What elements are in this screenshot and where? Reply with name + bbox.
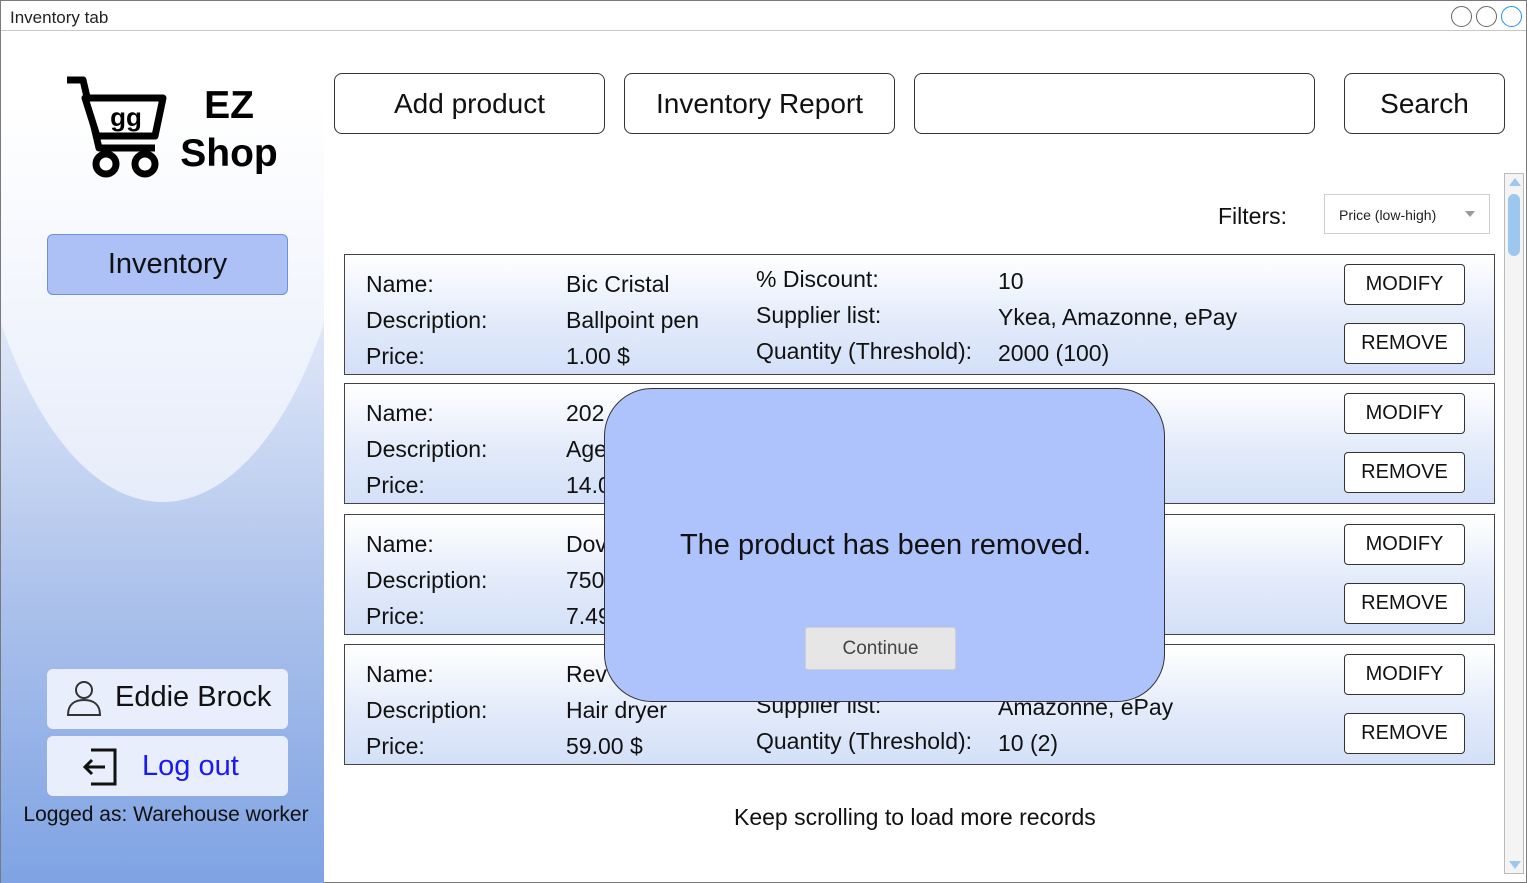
logout-button[interactable]: Log out (47, 736, 288, 796)
remove-button[interactable]: REMOVE (1344, 452, 1465, 493)
product-suppliers: Ykea, Amazonne, ePay (998, 304, 1238, 330)
modify-button[interactable]: MODIFY (1344, 524, 1465, 565)
product-price: 59.00 $ (566, 733, 643, 759)
add-product-button[interactable]: Add product (334, 73, 605, 134)
remove-button[interactable]: REMOVE (1344, 583, 1465, 624)
logged-role-text: Logged as: Warehouse worker (23, 803, 309, 826)
filter-selected-value: Price (low-high) (1339, 207, 1437, 223)
supplier-label: Supplier list: (756, 302, 882, 328)
continue-button[interactable]: Continue (805, 627, 956, 670)
chevron-down-icon (1465, 211, 1475, 217)
remove-button[interactable]: REMOVE (1344, 713, 1465, 754)
brand-name: EZ Shop (179, 82, 279, 178)
price-label: Price: (366, 603, 425, 629)
modify-button[interactable]: MODIFY (1344, 264, 1465, 305)
scroll-thumb[interactable] (1508, 194, 1520, 256)
name-label: Name: (366, 271, 434, 297)
product-name: Dov (566, 531, 607, 557)
filter-select[interactable]: Price (low-high) (1324, 194, 1490, 234)
product-price: 1.00 $ (566, 343, 630, 369)
description-label: Description: (366, 697, 488, 723)
search-input[interactable] (914, 73, 1315, 134)
discount-label: % Discount: (756, 266, 879, 292)
product-description: Age (566, 436, 607, 462)
price-label: Price: (366, 343, 425, 369)
product-description: 750 (566, 567, 605, 593)
product-card: Name: Description: Price: Bic Cristal Ba… (344, 254, 1495, 375)
scroll-down-icon[interactable] (1509, 861, 1521, 869)
description-label: Description: (366, 567, 488, 593)
product-description: Ballpoint pen (566, 307, 699, 333)
cart-logo-text: gg (110, 102, 142, 132)
load-more-hint: Keep scrolling to load more records (734, 804, 1096, 830)
brand-line-2: Shop (180, 132, 278, 175)
scroll-up-icon[interactable] (1509, 178, 1521, 186)
sidebar: gg EZ Shop Inventory Eddie Brock Log out… (1, 32, 324, 883)
modify-button[interactable]: MODIFY (1344, 393, 1465, 434)
price-label: Price: (366, 733, 425, 759)
price-label: Price: (366, 472, 425, 498)
filters-label: Filters: (1218, 203, 1287, 229)
title-bar: Inventory tab (1, 1, 1526, 31)
logout-icon (82, 748, 117, 786)
product-name: 202 (566, 400, 605, 426)
user-name: Eddie Brock (115, 681, 272, 713)
modify-button[interactable]: MODIFY (1344, 654, 1465, 695)
inventory-report-button[interactable]: Inventory Report (624, 73, 895, 134)
name-label: Name: (366, 661, 434, 687)
dialog-message: The product has been removed. (679, 529, 1092, 561)
app-window: Inventory tab gg EZ Shop Inventory Eddie… (0, 0, 1527, 883)
user-profile[interactable]: Eddie Brock (47, 669, 288, 729)
product-discount: 10 (998, 268, 1024, 294)
name-label: Name: (366, 531, 434, 557)
sidebar-item-inventory[interactable]: Inventory (47, 234, 288, 295)
remove-button[interactable]: REMOVE (1344, 323, 1465, 364)
brand-line-1: EZ (204, 84, 254, 127)
maximize-control[interactable] (1476, 6, 1497, 27)
search-button[interactable]: Search (1344, 73, 1505, 134)
close-control[interactable] (1501, 6, 1522, 27)
user-icon (66, 681, 102, 716)
product-name: Rev (566, 661, 607, 687)
product-name: Bic Cristal (566, 271, 670, 297)
product-quantity: 2000 (100) (998, 340, 1110, 366)
quantity-label: Quantity (Threshold): (756, 728, 973, 754)
product-quantity: 10 (2) (998, 730, 1059, 756)
window-title: Inventory tab (10, 8, 109, 27)
vertical-scrollbar[interactable] (1504, 173, 1524, 874)
description-label: Description: (366, 436, 488, 462)
confirmation-dialog: The product has been removed. Continue (604, 388, 1165, 702)
name-label: Name: (366, 400, 434, 426)
logout-label: Log out (142, 750, 239, 782)
quantity-label: Quantity (Threshold): (756, 338, 973, 364)
description-label: Description: (366, 307, 488, 333)
minimize-control[interactable] (1451, 6, 1472, 27)
